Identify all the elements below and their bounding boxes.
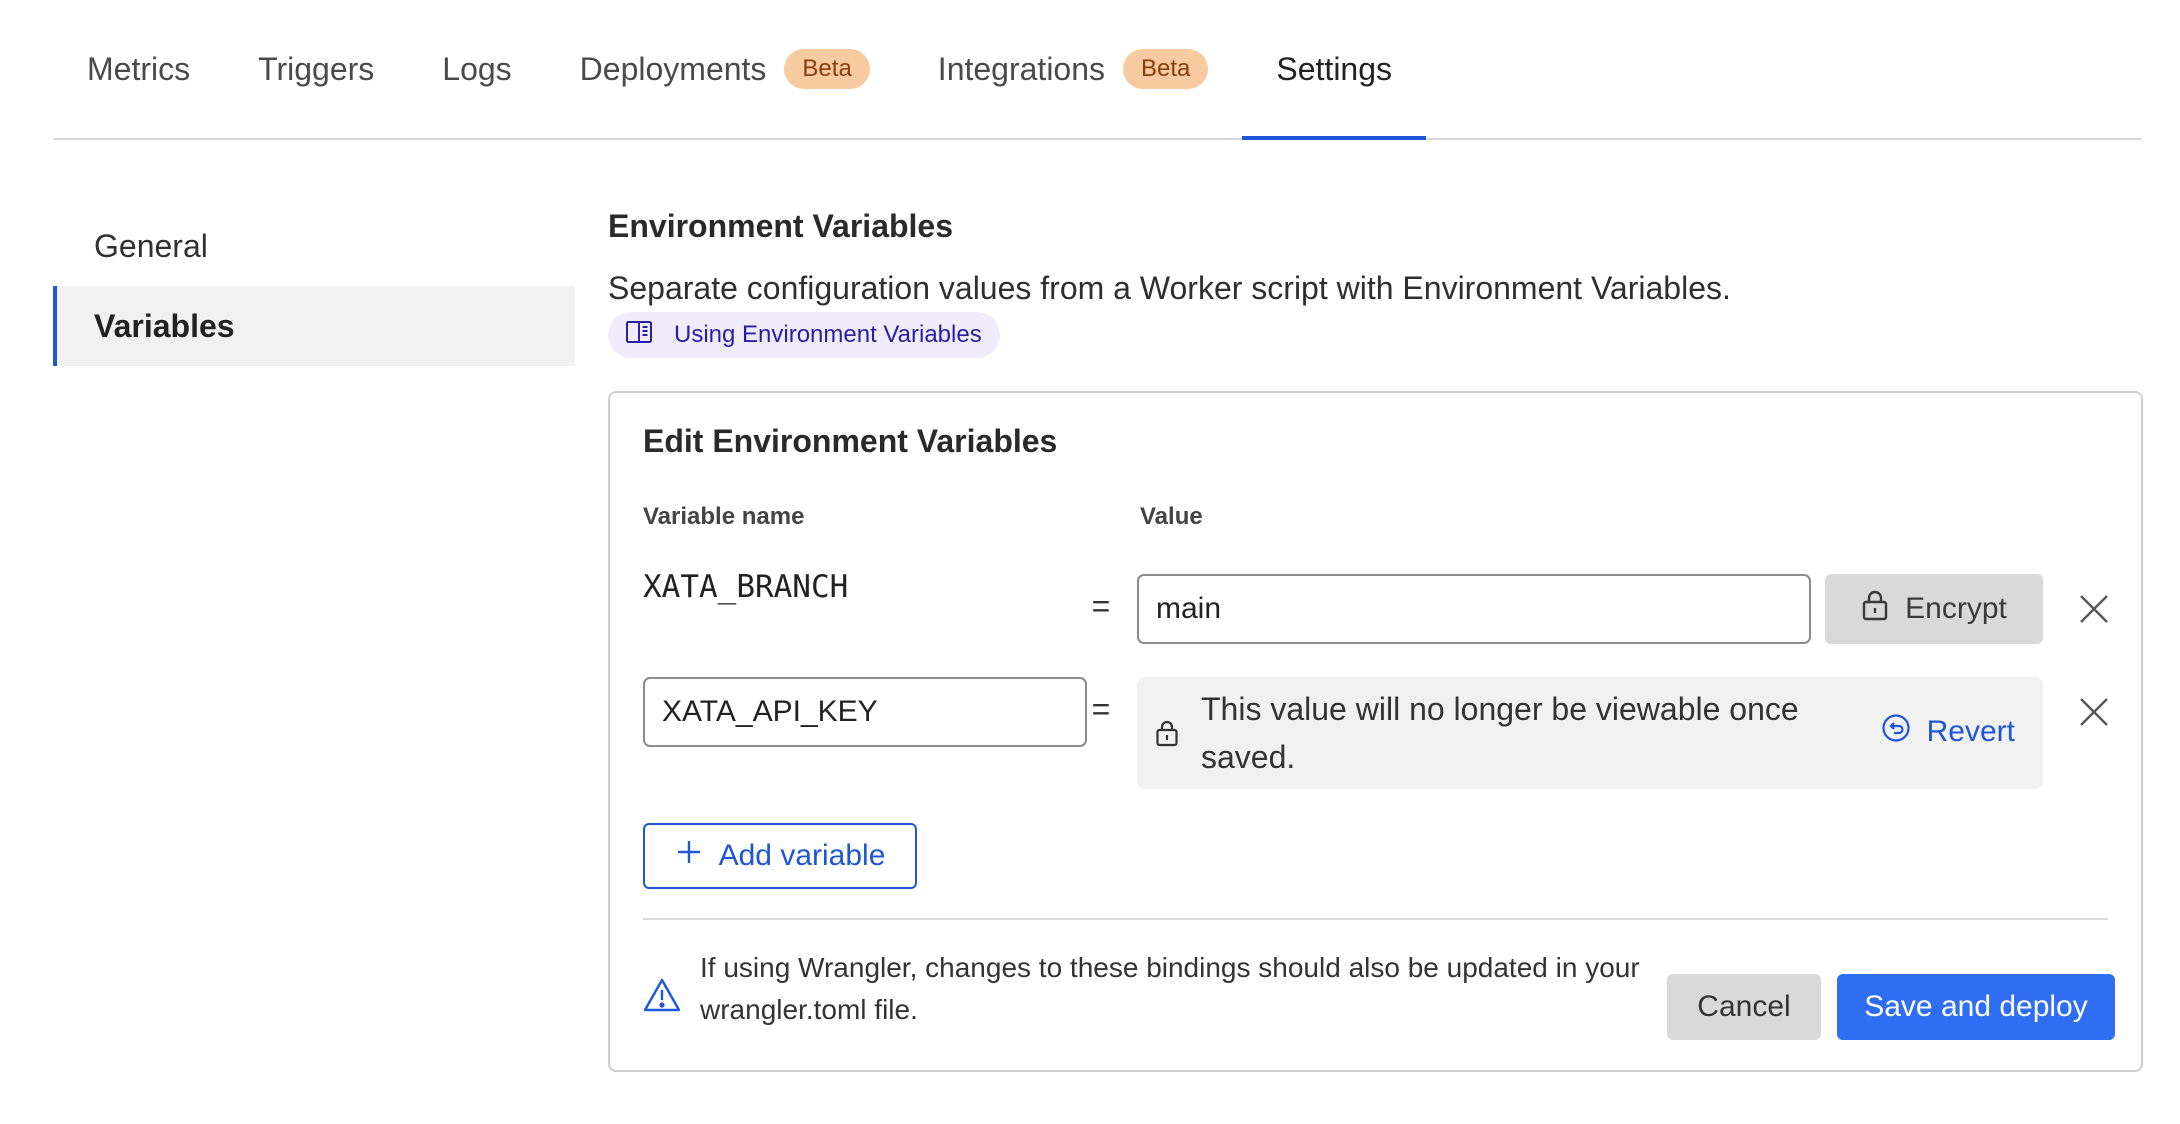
close-icon[interactable] [2077,592,2111,626]
beta-badge: Beta [1123,49,1209,89]
main-content: Environment Variables Separate configura… [608,200,2143,1072]
warning-triangle-icon [643,977,681,1013]
tab-triggers[interactable]: Triggers [224,0,408,138]
tab-logs[interactable]: Logs [408,0,545,138]
save-and-deploy-button[interactable]: Save and deploy [1837,974,2115,1040]
tab-deployments[interactable]: Deployments Beta [546,0,904,138]
encrypted-message: This value will no longer be viewable on… [1201,691,1799,775]
wrangler-warning: If using Wrangler, changes to these bind… [700,952,1640,1025]
tab-metrics[interactable]: Metrics [53,0,224,138]
encrypted-value-notice: This value will no longer be viewable on… [1137,677,2043,789]
encrypt-label: Encrypt [1905,592,2007,625]
tab-label: Logs [442,50,512,87]
variable-name-column-label: Variable name [643,503,805,530]
page-title: Environment Variables [608,208,954,244]
tab-label: Integrations [937,50,1106,87]
sidebar-item-general[interactable]: General [53,206,575,286]
variable-value-input[interactable] [1137,574,1811,644]
page-description: Separate configuration values from a Wor… [608,270,1731,306]
revert-label: Revert [1926,715,2015,748]
cancel-button[interactable]: Cancel [1667,974,1821,1040]
top-tabs: Metrics Triggers Logs Deployments Beta I… [53,0,2142,140]
beta-badge: Beta [784,49,870,89]
sidebar-item-label: General [94,227,208,264]
divider [643,918,2108,920]
tab-label: Metrics [87,50,191,87]
value-column-label: Value [1140,503,1203,530]
revert-icon [1881,713,1911,751]
plus-icon [675,838,703,874]
encrypt-button[interactable]: Encrypt [1825,574,2043,644]
edit-env-vars-card: Edit Environment Variables Variable name… [608,391,2143,1072]
equals-sign: = [1091,691,1111,727]
tab-integrations[interactable]: Integrations Beta [904,0,1243,138]
card-title: Edit Environment Variables [643,423,1058,459]
variable-name-input[interactable] [643,677,1087,747]
settings-sidebar: General Variables [53,206,575,366]
tab-label: Deployments [579,50,767,87]
add-variable-button[interactable]: Add variable [643,823,917,889]
book-icon [624,317,654,354]
tab-settings[interactable]: Settings [1242,0,1426,140]
tab-label: Triggers [258,50,375,87]
lock-icon [1155,719,1179,747]
close-icon[interactable] [2077,695,2111,729]
add-variable-label: Add variable [718,839,886,872]
lock-icon [1861,589,1889,629]
equals-sign: = [1091,588,1111,624]
variable-name: XATA_BRANCH [643,569,849,605]
docs-link[interactable]: Using Environment Variables [608,312,1000,358]
tab-label: Settings [1276,50,1393,87]
docs-link-label: Using Environment Variables [674,321,982,348]
sidebar-item-variables[interactable]: Variables [53,286,575,366]
sidebar-item-label: Variables [94,307,235,344]
revert-button[interactable]: Revert [1881,713,2015,751]
